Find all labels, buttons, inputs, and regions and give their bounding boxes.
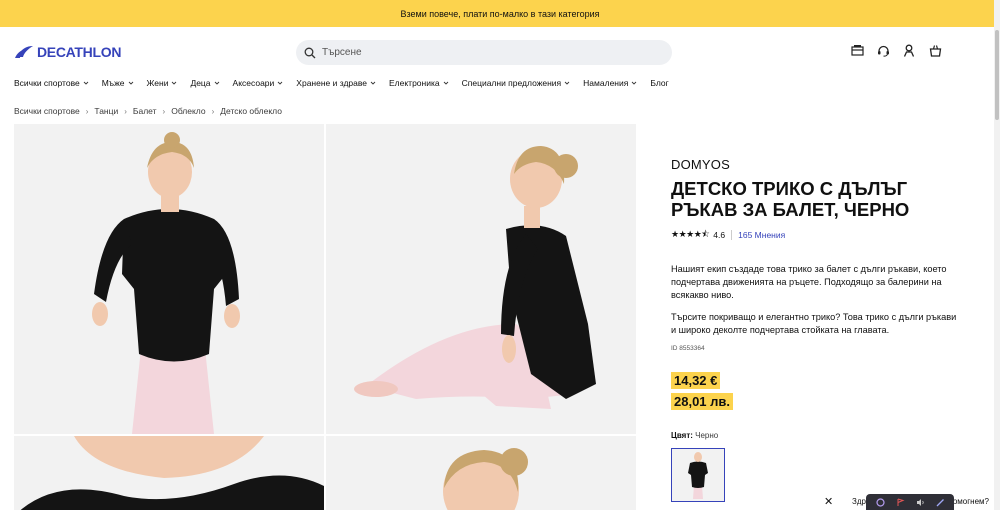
main-nav: Всички спортове Мъже Жени Деца Аксесоари… <box>14 78 669 88</box>
chevron-right-icon: › <box>85 106 89 116</box>
breadcrumb: Всички спортове › Танци › Балет › Облекл… <box>14 106 282 116</box>
nav-item-sales[interactable]: Намаления <box>583 78 637 88</box>
nav-item-special-offers[interactable]: Специални предложения <box>462 78 571 88</box>
chevron-right-icon: › <box>124 106 127 116</box>
nav-item-blog[interactable]: Блог <box>650 78 668 88</box>
nav-label: Намаления <box>583 78 629 88</box>
color-value: Черно <box>695 431 719 440</box>
promo-text: Вземи повече, плати по-малко в тази кате… <box>400 8 600 19</box>
nav-label: Всички спортове <box>14 78 80 88</box>
chevron-down-icon <box>443 81 448 85</box>
flag-icon[interactable] <box>895 497 905 507</box>
assistant-icon[interactable] <box>875 497 885 507</box>
store-icon[interactable] <box>850 43 864 57</box>
chevron-down-icon <box>214 81 219 85</box>
reviews-link[interactable]: 165 Мнения <box>738 230 785 240</box>
chevron-down-icon <box>277 81 283 85</box>
price-bgn: 28,01 лв. <box>671 393 734 410</box>
floating-toolbar <box>866 494 954 510</box>
rating-summary[interactable]: ★★★★⯪ 4.6 165 Мнения <box>671 227 961 243</box>
header-actions <box>850 43 942 57</box>
chevron-down-icon <box>83 81 89 85</box>
star-rating-icon: ★★★★⯪ <box>671 229 710 239</box>
chevron-down-icon <box>128 81 133 85</box>
logo-text: DECATHLON <box>37 44 122 60</box>
nav-item-all-sports[interactable]: Всички спортове <box>14 78 89 88</box>
nav-item-women[interactable]: Жени <box>147 78 178 88</box>
search-icon <box>304 47 316 58</box>
nav-item-nutrition[interactable]: Хранене и здраве <box>296 78 376 88</box>
color-label: Цвят: <box>671 431 693 440</box>
nav-label: Специални предложения <box>461 78 562 88</box>
logo-mark-icon <box>15 46 33 58</box>
search-input[interactable] <box>322 47 642 58</box>
breadcrumb-link[interactable]: Детско облекло <box>220 106 282 116</box>
breadcrumb-link[interactable]: Танци <box>94 106 118 116</box>
chevron-right-icon: › <box>162 106 166 116</box>
product-image-back[interactable] <box>326 436 636 510</box>
chevron-down-icon <box>172 81 177 85</box>
product-details: DOMYOS ДЕТСКО ТРИКО С ДЪЛЪГ РЪКАВ ЗА БАЛ… <box>671 157 961 502</box>
nav-item-men[interactable]: Мъже <box>102 78 134 88</box>
search-bar[interactable] <box>296 40 672 65</box>
nav-item-kids[interactable]: Деца <box>190 78 219 88</box>
product-brand[interactable]: DOMYOS <box>671 157 961 172</box>
nav-item-accessories[interactable]: Аксесоари <box>233 78 284 88</box>
breadcrumb-link[interactable]: Облекло <box>171 106 205 116</box>
page-scrollbar[interactable] <box>994 0 1000 510</box>
nav-item-electronics[interactable]: Електроника <box>389 78 449 88</box>
chevron-right-icon: › <box>211 106 215 116</box>
chevron-down-icon <box>632 81 637 85</box>
chevron-down-icon <box>370 81 376 85</box>
product-title: ДЕТСКО ТРИКО С ДЪЛЪГ РЪКАВ ЗА БАЛЕТ, ЧЕР… <box>671 178 910 220</box>
account-icon[interactable] <box>902 43 916 57</box>
price-eur: 14,32 € <box>671 372 721 389</box>
color-selector: Цвят: Черно <box>671 431 961 440</box>
volume-icon[interactable] <box>915 497 925 507</box>
nav-label: Електроника <box>389 78 440 88</box>
product-description: Нашият екип създаде това трико за балет … <box>671 264 947 300</box>
breadcrumb-link[interactable]: Балет <box>133 106 157 116</box>
nav-label: Деца <box>190 78 211 88</box>
cart-icon[interactable] <box>928 43 942 57</box>
product-gallery <box>14 124 636 510</box>
pen-icon[interactable] <box>935 497 945 507</box>
rating-value: 4.6 <box>713 230 726 240</box>
nav-label: Аксесоари <box>232 78 275 88</box>
nav-label: Блог <box>650 78 669 88</box>
divider <box>731 230 733 240</box>
close-icon[interactable]: ✕ <box>824 495 833 508</box>
product-image-detail-neck[interactable] <box>14 436 324 510</box>
chevron-down-icon <box>564 81 570 85</box>
site-header: DECATHLON <box>0 27 1000 77</box>
product-image-side[interactable] <box>326 124 636 434</box>
promo-banner[interactable]: Вземи повече, плати по-малко в тази кате… <box>0 0 1000 27</box>
color-swatch-black[interactable] <box>671 448 725 502</box>
product-description-secondary: Търсите покриващо и елегантно трико? Тов… <box>671 312 957 335</box>
breadcrumb-link[interactable]: Всички спортове <box>14 106 80 116</box>
help-icon[interactable] <box>876 43 890 57</box>
product-id: ID 8553364 <box>671 345 705 352</box>
nav-label: Жени <box>146 78 169 88</box>
decathlon-logo[interactable]: DECATHLON <box>14 44 121 60</box>
scrollbar-thumb[interactable] <box>995 30 999 120</box>
nav-label: Мъже <box>101 78 125 88</box>
product-image-front[interactable] <box>14 124 324 434</box>
nav-label: Хранене и здраве <box>296 78 368 88</box>
